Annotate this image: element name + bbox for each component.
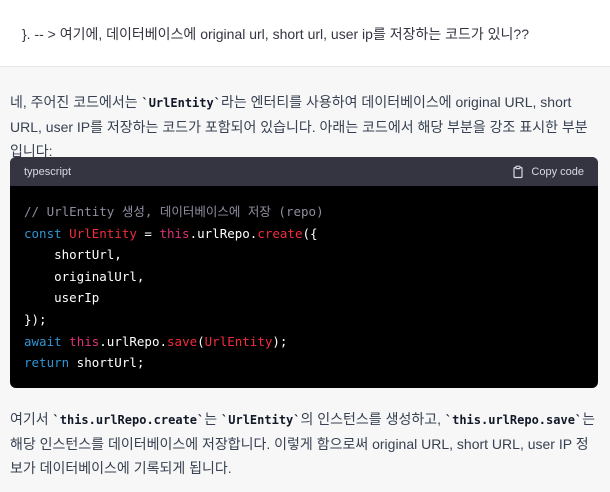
assistant-paragraph-intro: 네, 주어진 코드에서는 `UrlEntity`라는 엔터티를 사용하여 데이터…: [10, 90, 600, 163]
code-keyword-return: return: [24, 355, 70, 371]
code-line-shorturl: shortUrl,: [24, 247, 122, 263]
user-message-row: }. -- > 여기에, 데이터베이스에 original url, short…: [0, 0, 610, 67]
code-operator-eq: =: [136, 225, 160, 241]
explain-text-3: 의 인스턴스를 생성하고,: [300, 411, 445, 427]
code-this-2: this: [69, 333, 100, 349]
explain-text-1: 여기서: [10, 411, 53, 427]
code-keyword-const: const: [24, 225, 62, 241]
inline-code-save: `this.urlRepo.save`: [444, 413, 583, 427]
code-paren-open-2: (: [197, 333, 205, 349]
code-urlrepo-2: .urlRepo.: [99, 333, 168, 349]
code-language-label: typescript: [24, 165, 72, 178]
code-return-value: shortUrl;: [69, 355, 145, 371]
code-line-userip: userIp: [24, 290, 100, 306]
assistant-paragraph-explanation: 여기서 `this.urlRepo.create`는 `UrlEntity`의 …: [10, 407, 600, 480]
code-var-urlentity: UrlEntity: [69, 225, 137, 241]
inline-code-create: `this.urlRepo.create`: [52, 413, 205, 427]
code-fn-save: save: [167, 333, 198, 349]
code-fn-create: create: [257, 225, 303, 241]
code-this: this: [159, 225, 190, 241]
user-message-text: }. -- > 여기에, 데이터베이스에 original url, short…: [22, 26, 529, 42]
clipboard-icon: [511, 165, 525, 179]
copy-code-label: Copy code: [531, 165, 584, 178]
code-keyword-await: await: [24, 333, 62, 349]
intro-text-before: 네, 주어진 코드에서는: [10, 94, 142, 110]
code-urlrepo: .urlRepo.: [189, 225, 258, 241]
assistant-message: 네, 주어진 코드에서는 `UrlEntity`라는 엔터티를 사용하여 데이터…: [0, 67, 610, 492]
code-paren-open: ({: [302, 225, 318, 241]
explain-text-2: 는: [204, 411, 222, 427]
inline-code-urlentity-2: `UrlEntity`: [221, 413, 301, 427]
code-block-header: typescript Copy code: [10, 157, 598, 186]
inline-code-urlentity: `UrlEntity`: [141, 96, 221, 110]
code-block: typescript Copy code // UrlEntity 생성, 데이…: [10, 157, 598, 388]
code-var-urlentity-2: UrlEntity: [204, 333, 273, 349]
code-line-originalurl: originalUrl,: [24, 268, 145, 284]
copy-code-button[interactable]: Copy code: [511, 165, 584, 179]
code-content: // UrlEntity 생성, 데이터베이스에 저장 (repo) const…: [10, 186, 598, 388]
code-line-close: });: [24, 311, 47, 327]
code-paren-close-2: );: [272, 333, 288, 349]
code-line-comment: // UrlEntity 생성, 데이터베이스에 저장 (repo): [24, 204, 324, 219]
